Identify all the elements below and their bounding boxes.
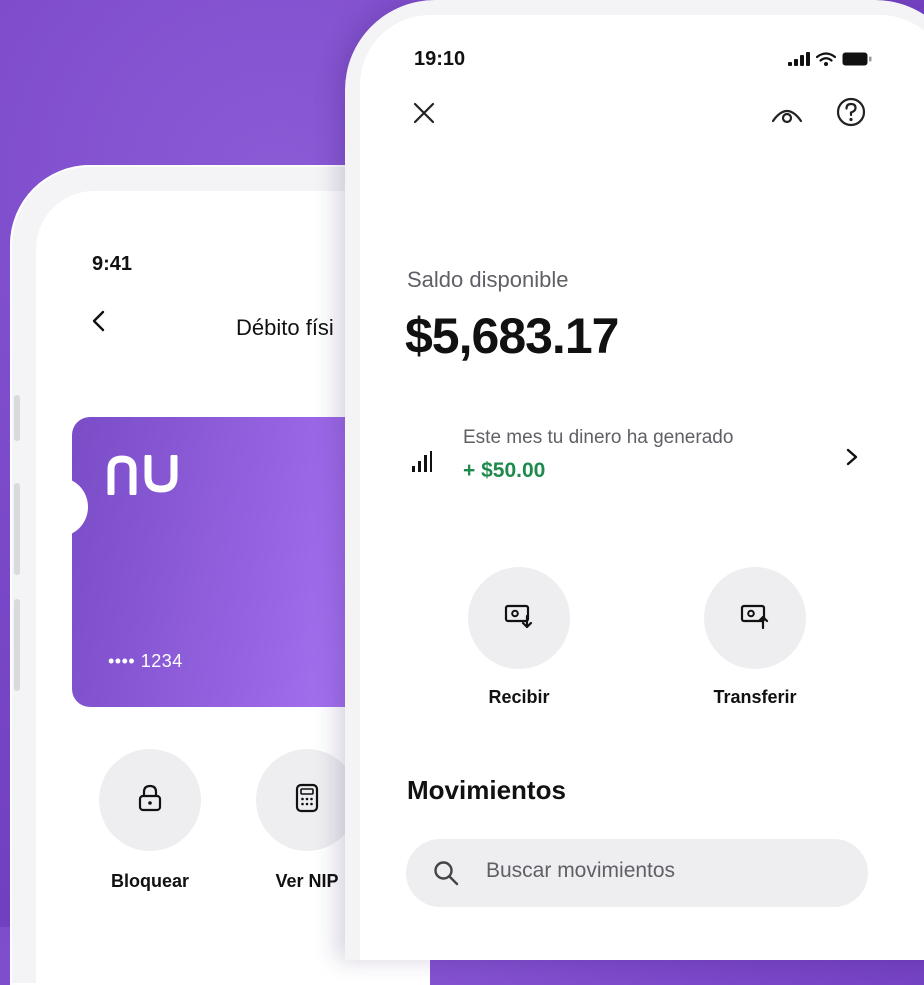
- front-phone-screen: 19:10 Saldo disponible $5,683.17 Este me…: [360, 15, 924, 960]
- view-pin-button[interactable]: [256, 749, 358, 851]
- card-number: •••• 1234: [108, 651, 183, 671]
- earnings-amount: + $50.00: [463, 459, 546, 482]
- lock-card-button[interactable]: [99, 749, 201, 851]
- help-icon[interactable]: [836, 97, 866, 132]
- signal-icon: [788, 52, 810, 71]
- receive-button[interactable]: [468, 567, 570, 669]
- side-button: [14, 599, 20, 691]
- battery-icon: [842, 52, 872, 71]
- transfer-button[interactable]: [704, 567, 806, 669]
- earnings-row[interactable]: Este mes tu dinero ha generado + $50.00: [405, 427, 875, 507]
- receive-money-icon: [503, 602, 535, 635]
- earnings-text: Este mes tu dinero ha generado: [463, 427, 734, 448]
- lock-card-label: Bloquear: [110, 871, 189, 891]
- close-icon[interactable]: [412, 101, 436, 130]
- balance-amount: $5,683.17: [405, 308, 619, 364]
- side-button: [14, 395, 20, 441]
- transfer-label: Transferir: [713, 687, 797, 707]
- front-phone: 19:10 Saldo disponible $5,683.17 Este me…: [345, 0, 924, 960]
- movements-title: Movimientos: [407, 775, 566, 805]
- side-button: [14, 483, 20, 575]
- transfer-money-icon: [739, 602, 771, 635]
- status-bar-icons: [788, 52, 872, 71]
- search-icon: [432, 859, 460, 892]
- chevron-right-icon: [845, 447, 859, 472]
- search-input[interactable]: Buscar movimientos: [406, 839, 868, 907]
- back-arrow-icon[interactable]: [88, 309, 112, 333]
- lock-icon: [137, 784, 163, 817]
- receive-label: Recibir: [488, 687, 550, 707]
- nu-logo-icon: [106, 453, 186, 500]
- page-title: Débito físi: [236, 315, 334, 340]
- status-time: 9:41: [92, 253, 133, 275]
- card-notch: [72, 477, 88, 537]
- search-placeholder: Buscar movimientos: [486, 859, 676, 882]
- bar-chart-icon: [411, 451, 433, 478]
- eye-icon[interactable]: [771, 103, 803, 130]
- wifi-icon: [815, 52, 837, 71]
- balance-label: Saldo disponible: [407, 267, 569, 292]
- keypad-icon: [294, 783, 320, 818]
- status-time: 19:10: [414, 48, 466, 70]
